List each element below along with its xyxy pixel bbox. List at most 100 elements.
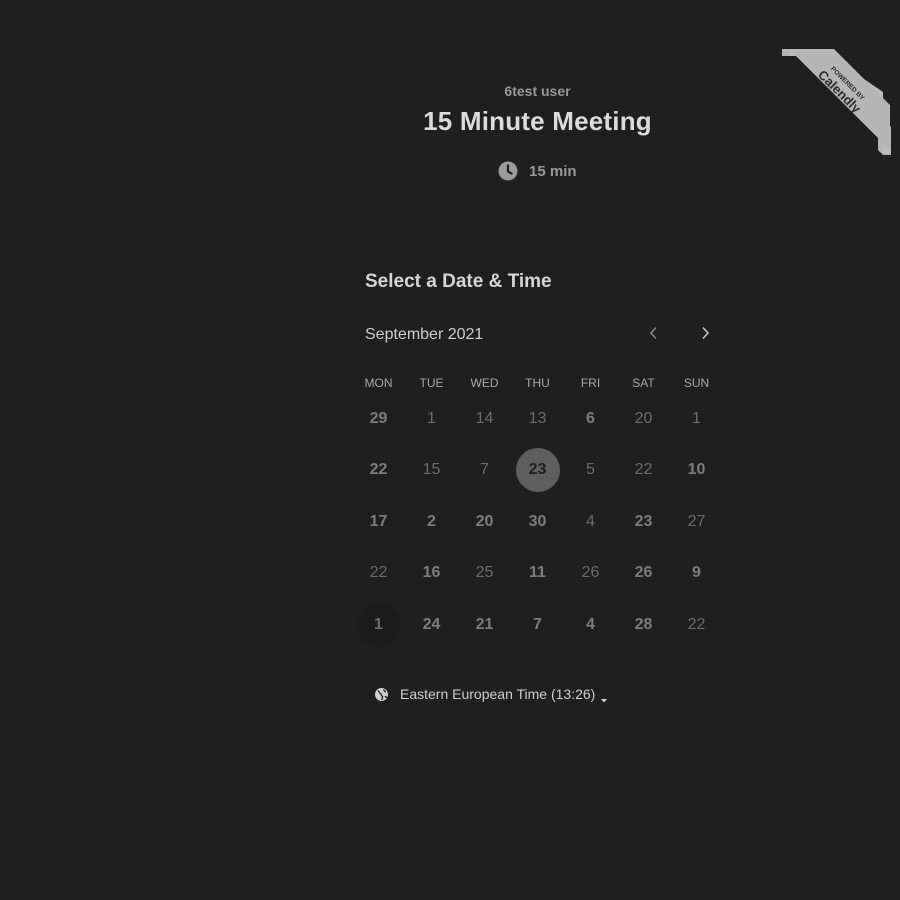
- day-button[interactable]: 25: [458, 548, 511, 600]
- day-number: 26: [634, 564, 653, 582]
- day-number: 6: [586, 409, 595, 427]
- day-number: 26: [581, 564, 600, 582]
- day-button[interactable]: 23: [617, 496, 670, 548]
- event-title: 15 Minute Meeting: [423, 106, 652, 136]
- day-number: 20: [475, 512, 494, 530]
- previous-month-button[interactable]: [641, 322, 667, 348]
- day-number: 14: [475, 409, 494, 427]
- day-number: 1: [356, 602, 401, 647]
- day-number: 1: [692, 409, 701, 427]
- day-button[interactable]: 5: [564, 445, 617, 497]
- event-duration: 15 min: [497, 160, 577, 182]
- day-button[interactable]: 22: [352, 548, 405, 600]
- day-button[interactable]: 10: [670, 445, 723, 497]
- day-button[interactable]: 21: [458, 599, 511, 651]
- day-number: 10: [687, 461, 706, 479]
- day-number: 27: [687, 512, 706, 530]
- day-number: 9: [692, 564, 701, 582]
- host-name: 6test user: [504, 83, 571, 99]
- day-number: 15: [422, 461, 441, 479]
- day-number: 23: [634, 512, 653, 530]
- day-button[interactable]: 1: [352, 599, 405, 651]
- day-number: 23: [515, 448, 560, 493]
- day-number: 4: [586, 512, 595, 530]
- day-button[interactable]: 16: [405, 548, 458, 600]
- day-button[interactable]: 20: [617, 393, 670, 445]
- day-button[interactable]: 7: [511, 599, 564, 651]
- calendar-week-row: 29 1 14 13 6 20 1: [352, 393, 723, 445]
- day-number: 25: [475, 564, 494, 582]
- weekday-label: WED: [470, 376, 499, 390]
- day-button[interactable]: 6: [564, 393, 617, 445]
- day-number: 4: [586, 615, 595, 633]
- day-button[interactable]: 29: [352, 393, 405, 445]
- next-month-button[interactable]: [692, 322, 718, 348]
- calendar-week-row: 1 24 21 7 4 28 22: [352, 599, 723, 651]
- day-button[interactable]: 27: [670, 496, 723, 548]
- day-number: 1: [427, 409, 436, 427]
- calendar-week-row: 22 15 7 23 5 22 10: [352, 445, 723, 497]
- weekday-label: FRI: [580, 376, 601, 390]
- day-number: 21: [475, 615, 494, 633]
- day-button[interactable]: 17: [352, 496, 405, 548]
- day-button[interactable]: 1: [670, 393, 723, 445]
- day-button[interactable]: 2: [405, 496, 458, 548]
- day-button[interactable]: 30: [511, 496, 564, 548]
- day-number: 16: [422, 564, 441, 582]
- day-number: 22: [687, 615, 706, 633]
- weekday-label: THU: [525, 376, 550, 390]
- calendar-week-row: 22 16 25 11 26 26 9: [352, 548, 723, 600]
- day-number: 20: [634, 409, 653, 427]
- day-button[interactable]: 22: [617, 445, 670, 497]
- select-date-title: Select a Date & Time: [365, 271, 552, 292]
- day-number: 17: [369, 512, 388, 530]
- day-number: 5: [586, 461, 595, 479]
- day-button[interactable]: 26: [564, 548, 617, 600]
- day-button[interactable]: 26: [617, 548, 670, 600]
- day-button[interactable]: 1: [405, 393, 458, 445]
- day-number: 24: [422, 615, 441, 633]
- day-number: 22: [634, 461, 653, 479]
- calendar-week-row: 17 2 20 30 4 23 27: [352, 496, 723, 548]
- day-button[interactable]: 28: [617, 599, 670, 651]
- timezone-label: Eastern European Time (13:26): [400, 686, 596, 702]
- day-button[interactable]: 14: [458, 393, 511, 445]
- selected-day-button[interactable]: 23: [511, 445, 564, 497]
- weekday-label: MON: [364, 376, 393, 390]
- timezone-selector[interactable]: Eastern European Time (13:26): [374, 686, 608, 703]
- day-number: 22: [369, 564, 388, 582]
- day-number: 30: [528, 512, 547, 530]
- weekday-label: SUN: [683, 376, 710, 390]
- day-number: 28: [634, 615, 653, 633]
- day-button[interactable]: 9: [670, 548, 723, 600]
- day-button[interactable]: 15: [405, 445, 458, 497]
- day-number: 22: [369, 461, 388, 479]
- weekday-label: SAT: [632, 376, 655, 390]
- day-number: 11: [529, 564, 546, 582]
- day-button[interactable]: 20: [458, 496, 511, 548]
- day-button[interactable]: 24: [405, 599, 458, 651]
- day-button[interactable]: 4: [564, 599, 617, 651]
- day-number: 7: [533, 615, 542, 633]
- day-number: 2: [427, 512, 436, 530]
- powered-by-calendly-badge[interactable]: POWERED BY Calendly: [782, 49, 891, 155]
- day-number: 7: [480, 461, 489, 479]
- globe-icon: [374, 687, 389, 702]
- day-number: 13: [528, 409, 547, 427]
- chevron-right-icon: [700, 326, 710, 345]
- day-button[interactable]: 22: [352, 445, 405, 497]
- month-label: September 2021: [365, 326, 484, 343]
- day-number: 29: [369, 409, 388, 427]
- clock-icon: [497, 160, 519, 182]
- chevron-left-icon: [649, 326, 659, 345]
- day-button[interactable]: 7: [458, 445, 511, 497]
- duration-label: 15 min: [529, 162, 577, 180]
- day-button[interactable]: 22: [670, 599, 723, 651]
- day-button[interactable]: 13: [511, 393, 564, 445]
- day-button[interactable]: 11: [511, 548, 564, 600]
- caret-down-icon: [600, 691, 608, 703]
- calendar-grid: 29 1 14 13 6 20 1 22 15 7 23 5 22 10 17 2 20 30 4 23 27 22 16 2…: [352, 393, 723, 651]
- weekday-header: MON TUE WED THU FRI SAT SUN: [352, 376, 723, 390]
- day-button[interactable]: 4: [564, 496, 617, 548]
- weekday-label: TUE: [419, 376, 444, 390]
